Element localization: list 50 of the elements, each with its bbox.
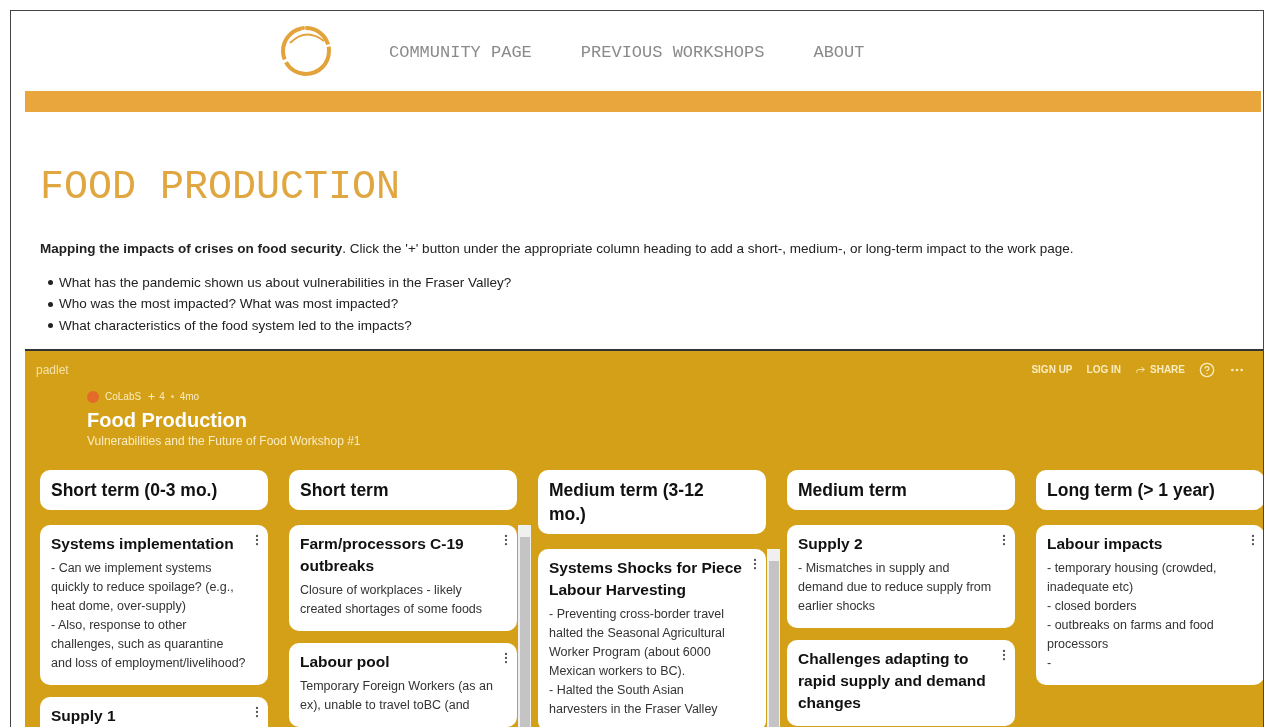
post-age: 4mo — [179, 390, 200, 404]
post-text: - temporary housing (crowded, inadequate etc) — [1047, 559, 1218, 596]
post-card[interactable]: Supply 2 - Mismatches in supply and demand due to reduce supply from earlier shocks — [787, 524, 1015, 628]
post-text: - — [1047, 654, 1053, 672]
board-subtitle: Vulnerabilities and the Future of Food Workshop #1 — [87, 432, 362, 449]
post-text: - Preventing cross-border travel halted the Seasonal Agricultural Worker Program (about 6000 Mexican workers to BC). — [549, 605, 726, 680]
contributor-count: 4 — [159, 390, 165, 404]
column-heading: Short term — [289, 469, 517, 510]
page-title: FOOD PRODUCTION — [40, 164, 402, 212]
plus-icon — [147, 392, 157, 401]
column-heading: Medium term — [787, 469, 1015, 510]
post-card[interactable]: Labour pool Temporary Foreign Workers (as an ex), unable to travel toBC (and — [289, 642, 517, 727]
author-name: CoLabS — [105, 390, 142, 404]
post-text: Temporary Foreign Workers (as an ex), unable to travel toBC (and — [300, 677, 494, 714]
avatar-icon — [87, 390, 99, 403]
board-title: Food Production — [87, 407, 248, 433]
post-card[interactable]: Systems implementation - Can we implement systems quickly to reduce spoilage? (e.g., heat dome, over-supply) - Also, response to other challenges, such as quarantine and loss of employment/livelihood? — [40, 524, 268, 685]
post-text: - Also, response to other challenges, such as quarantine and loss of employment/livelihood? — [51, 616, 246, 672]
post-card[interactable]: Supply 1 — [40, 696, 268, 727]
post-card[interactable]: Farm/processors C-19 outbreaks Closure of workplaces - likely created shortages of some foods — [289, 524, 517, 631]
post-title: Supply 1 — [51, 705, 117, 726]
post-card[interactable]: Labour impacts - temporary housing (crowded, inadequate etc) - closed borders - outbreaks on farms and food processors - — [1036, 524, 1263, 685]
post-title: Challenges adapting to rapid supply and demand changes — [798, 648, 987, 713]
post-title: Labour impacts — [1047, 533, 1164, 554]
post-text: Closure of workplaces - likely created shortages of some foods — [300, 581, 484, 618]
column-heading: Long term (> 1 year) — [1036, 469, 1263, 510]
post-text: - Mismatches in supply and demand due to reduce supply from earlier shocks — [798, 559, 993, 615]
post-title: Labour pool — [300, 651, 391, 672]
post-text: - Halted the South Asian harvesters in the Fraser Valley — [549, 681, 719, 718]
post-card[interactable]: Challenges adapting to rapid supply and demand changes — [787, 639, 1015, 726]
share-icon — [1135, 364, 1146, 375]
post-card[interactable] — [538, 548, 766, 727]
bullet-text: What characteristics of the food system led to the impacts? — [59, 316, 412, 335]
bullet-icon — [48, 323, 53, 329]
bullet-icon — [48, 280, 53, 286]
post-title: Farm/processors C-19 outbreaks — [300, 533, 465, 576]
column-heading: Medium term (3-12 mo.) — [538, 469, 766, 534]
post-title: Systems implementation — [51, 533, 235, 554]
bullet-text: Who was the most impacted? What was most impacted? — [59, 295, 399, 314]
nav-link[interactable]: PREVIOUS WORKSHOPS — [580, 40, 765, 66]
bullet-text: What has the pandemic shown us about vulnerabilities in the Fraser Valley? — [59, 273, 512, 292]
bullet-icon — [48, 301, 53, 307]
post-text: - closed borders — [1047, 597, 1138, 615]
post-title: Systems Shocks for Piece Labour Harvesting — [549, 557, 743, 600]
nav-link[interactable]: COMMUNITY PAGE — [389, 40, 532, 66]
column-heading: Short term (0-3 mo.) — [40, 469, 268, 510]
post-title: Supply 2 — [798, 533, 864, 554]
post-text: - outbreaks on farms and food processors — [1047, 616, 1215, 653]
post-text: - Can we implement systems quickly to reduce spoilage? (e.g., heat dome, over-supply) — [51, 559, 235, 615]
intro-text: Mapping the impacts of crises on food security. Click the '+' button under the appropriate column heading to add a short-, medium-, or long-term impact to the work page. — [40, 240, 1075, 258]
